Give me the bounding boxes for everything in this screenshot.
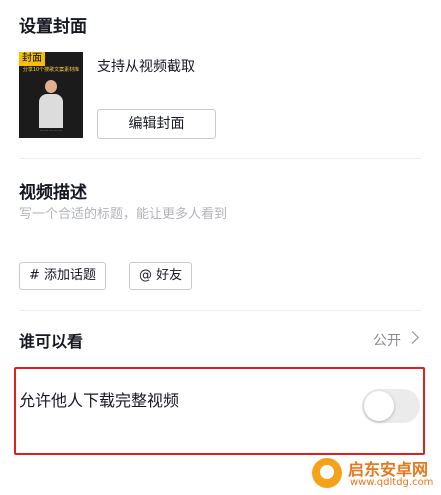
download-permission-toggle[interactable] xyxy=(362,389,420,423)
visibility-value[interactable]: 公开 xyxy=(373,330,401,350)
mention-friend-button[interactable]: @ 好友 xyxy=(129,262,193,290)
cover-thumbnail-caption: 分享10个搜歌文案素材库 xyxy=(22,67,80,73)
cover-badge: 封面 xyxy=(19,52,45,66)
add-topic-button[interactable]: # 添加话题 xyxy=(19,262,107,290)
description-section-title: 视频描述 xyxy=(19,183,87,203)
toggle-knob[interactable] xyxy=(364,391,394,421)
cover-thumbnail[interactable]: 封面 分享10个搜歌文案素材库 .................. xyxy=(19,52,83,138)
watermark-logo-icon xyxy=(312,458,342,488)
edit-cover-button[interactable]: 编辑封面 xyxy=(97,109,216,139)
site-watermark: 启东安卓网 www.qdltdg.com xyxy=(310,456,438,492)
watermark-url: www.qdltdg.com xyxy=(350,477,434,488)
divider xyxy=(19,158,422,159)
cover-support-text: 支持从视频截取 xyxy=(97,59,195,75)
description-input[interactable]: 写一个合适的标题，能让更多人看到 xyxy=(19,203,227,222)
cover-section-title: 设置封面 xyxy=(19,17,87,37)
cover-thumbnail-footer: .................. xyxy=(39,127,63,132)
visibility-label[interactable]: 谁可以看 xyxy=(19,328,83,352)
cover-person-image xyxy=(39,80,63,128)
divider xyxy=(19,310,422,311)
download-permission-label: 允许他人下载完整视频 xyxy=(19,391,180,410)
chevron-right-icon[interactable] xyxy=(406,331,419,344)
